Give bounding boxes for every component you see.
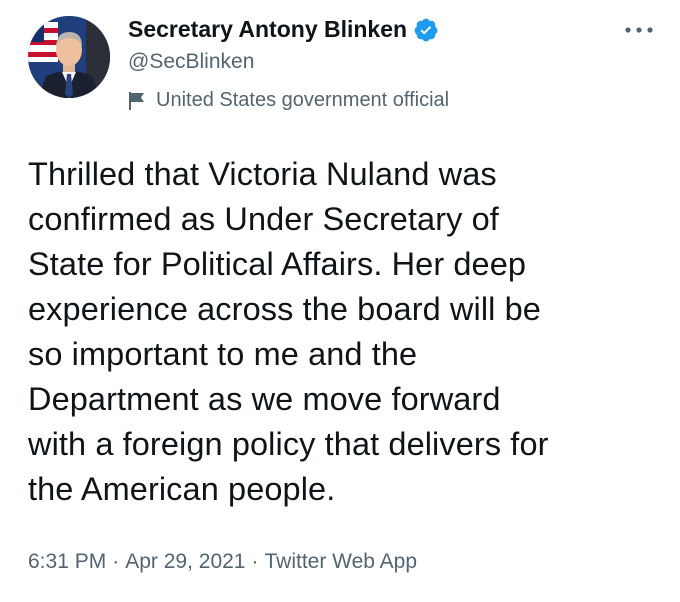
tweet-date[interactable]: Apr 29, 2021 [125, 550, 245, 574]
tweet-time[interactable]: 6:31 PM [28, 550, 106, 574]
more-horizontal-icon [625, 27, 653, 33]
tweet-card: Secretary Antony Blinken @SecBlinken Uni… [0, 0, 680, 602]
verified-badge-icon [413, 17, 439, 43]
avatar-image [28, 16, 110, 98]
avatar[interactable] [28, 16, 110, 98]
government-label[interactable]: United States government official [128, 89, 449, 112]
flag-icon [128, 91, 146, 111]
government-label-text: United States government official [156, 89, 450, 111]
author-handle[interactable]: @SecBlinken [128, 50, 254, 74]
author-name-row[interactable]: Secretary Antony Blinken [128, 16, 439, 43]
display-name[interactable]: Secretary Antony Blinken [128, 16, 407, 43]
separator-dot: · [251, 550, 259, 573]
tweet-metadata: 6:31 PM · Apr 29, 2021 · Twitter Web App [28, 550, 417, 574]
tweet-text: Thrilled that Victoria Nuland was confir… [28, 156, 549, 507]
more-options-button[interactable] [622, 16, 656, 44]
tweet-source[interactable]: Twitter Web App [264, 550, 417, 574]
separator-dot: · [112, 550, 120, 573]
